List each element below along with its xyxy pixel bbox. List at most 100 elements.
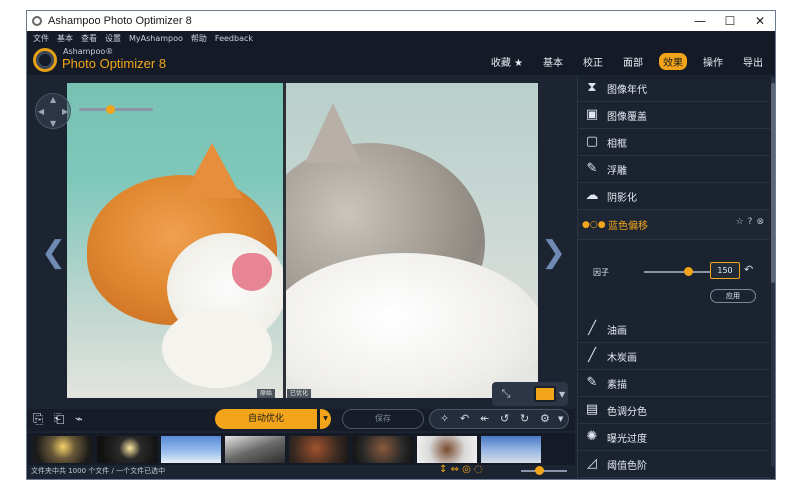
auto-optimize-button[interactable]: 自动优化 [215, 409, 317, 429]
thumbnail[interactable] [417, 436, 477, 463]
split-handle[interactable] [283, 83, 286, 398]
factor-slider[interactable] [644, 271, 710, 273]
effect-item-overexpose[interactable]: ✺ 曝光过度 [578, 424, 770, 451]
save-button[interactable]: 保存 [342, 409, 424, 429]
effect-item-frame[interactable]: ▢ 相框 [578, 129, 770, 156]
tab-export[interactable]: 导出 [739, 53, 767, 70]
tab-actions[interactable]: 操作 [699, 53, 727, 70]
factor-value-input[interactable]: 150 [710, 262, 740, 279]
undo-all-icon[interactable]: ↞ [480, 412, 489, 425]
effect-item-sketch[interactable]: ✎ 素描 [578, 370, 770, 397]
thumbnail[interactable] [161, 436, 221, 463]
auto-optimize-dropdown[interactable]: ▼ [319, 409, 331, 429]
effect-item-image-age[interactable]: ⧗ 图像年代 [578, 75, 770, 102]
help-icon[interactable]: ? [748, 217, 753, 227]
posterize-icon: ▤ [585, 402, 599, 417]
tab-favorites[interactable]: 收藏 ★ [487, 53, 527, 70]
pencil-icon: ✎ [586, 375, 598, 390]
thumbnail-size-slider[interactable] [521, 470, 567, 472]
effect-label: 木炭画 [607, 352, 637, 364]
apply-button[interactable]: 应用 [710, 289, 756, 303]
effect-label: 蓝色偏移 [608, 221, 648, 232]
thumbnail[interactable] [481, 436, 541, 463]
cat-ear-shape-grey [305, 103, 361, 163]
menu-myashampoo[interactable]: MyAshampoo [129, 34, 183, 43]
menu-view[interactable]: 查看 [81, 33, 97, 44]
effects-panel: ⧗ 图像年代 ▣ 图像覆盖 ▢ 相框 ✎ 浮雕 ☁ 阴影化 ●○● 蓝色偏移 ☆… [577, 75, 775, 479]
thumbnail[interactable] [225, 436, 285, 463]
effect-item-shadow[interactable]: ☁ 阴影化 [578, 183, 770, 210]
tab-basic[interactable]: 基本 [539, 53, 567, 70]
image-viewer: 原始 已优化 ▲ ▼ ◀ ▶ ❮ ❯ ⤡ ▼ [27, 75, 575, 411]
collapse-icon[interactable]: ⤡ [496, 387, 516, 401]
tab-effects[interactable]: 效果 [659, 53, 687, 70]
panel-scrollbar-thumb[interactable] [771, 83, 775, 283]
hourglass-icon: ⧗ [587, 80, 597, 95]
image-overlay-icon: ▣ [585, 107, 599, 122]
tab-correct[interactable]: 校正 [579, 53, 607, 70]
overexpose-icon: ✺ [586, 429, 598, 444]
effect-label: 图像年代 [607, 84, 647, 96]
effect-item-image-overlay[interactable]: ▣ 图像覆盖 [578, 102, 770, 129]
minimize-button[interactable]: — [685, 11, 715, 31]
clean-brush-icon[interactable]: ⌁ [75, 412, 83, 427]
effect-item-threshold[interactable]: ◿ 阈值色阶 [578, 451, 770, 478]
thumbnail[interactable] [289, 436, 349, 463]
pan-control[interactable]: ▲ ▼ ◀ ▶ [35, 93, 71, 129]
effect-item-blue-shift[interactable]: ●○● 蓝色偏移 ☆ ? ⊗ [578, 210, 770, 240]
filmstrip [27, 433, 575, 465]
after-label: 已优化 [287, 389, 312, 398]
cat-body-shape [285, 253, 538, 398]
category-tabs: 收藏 ★ 基本 校正 面部 效果 操作 导出 [475, 53, 767, 70]
menu-bar: 文件 基本 查看 设置 MyAshampoo 帮助 Feedback [27, 31, 775, 45]
photo-canvas[interactable]: 原始 已优化 [67, 83, 538, 398]
settings-gear-icon[interactable]: ⚙ [540, 412, 550, 425]
effect-label: 阴影化 [607, 192, 637, 204]
effect-item-charcoal[interactable]: ╱ 木炭画 [578, 343, 770, 370]
effect-item-emboss[interactable]: ✎ 浮雕 [578, 156, 770, 183]
chevron-down-icon[interactable]: ▼ [558, 415, 563, 423]
cat-ear-shape [182, 143, 242, 198]
thumbnail[interactable] [33, 436, 93, 463]
effect-label: 曝光过度 [607, 433, 647, 445]
view-mode-toggle[interactable]: ⤡ ▼ [492, 382, 568, 406]
threshold-icon: ◿ [587, 456, 597, 471]
view-options-icons[interactable]: ↕ ⇔ ◎ ◌ [439, 464, 483, 475]
thumbnail[interactable] [97, 436, 157, 463]
effect-item-posterize[interactable]: ▤ 色调分色 [578, 397, 770, 424]
edit-tools-group: ✧ ↶ ↞ ↺ ↻ ⚙ ▼ [429, 409, 569, 429]
menu-help[interactable]: 帮助 [191, 33, 207, 44]
reset-icon[interactable]: ↶ [744, 263, 753, 276]
menu-file[interactable]: 文件 [33, 33, 49, 44]
add-file-plus-icon[interactable]: ⎗ [54, 412, 64, 427]
next-image-arrow-icon[interactable]: ❯ [541, 235, 566, 270]
menu-feedback[interactable]: Feedback [215, 34, 253, 43]
menu-basic[interactable]: 基本 [57, 33, 73, 44]
previous-image-arrow-icon[interactable]: ❮ [41, 235, 66, 270]
close-button[interactable]: ✕ [745, 11, 775, 31]
brand-product-name: Photo Optimizer 8 [62, 56, 167, 71]
tab-face[interactable]: 面部 [619, 53, 647, 70]
thumbnail[interactable] [353, 436, 413, 463]
chevron-down-icon[interactable]: ▼ [559, 390, 565, 399]
before-label: 原始 [257, 389, 276, 398]
maximize-button[interactable]: ☐ [715, 11, 745, 31]
close-effect-icon[interactable]: ⊗ [756, 217, 764, 227]
rotate-right-icon[interactable]: ↻ [520, 412, 529, 425]
brand-logo-icon [33, 48, 57, 72]
factor-slider-handle[interactable] [684, 267, 693, 276]
zoom-slider-handle[interactable] [106, 105, 115, 114]
magic-wand-icon[interactable]: ✧ [440, 412, 449, 425]
effect-label: 素描 [607, 379, 627, 391]
effect-item-oil-paint[interactable]: ╱ 油画 [578, 316, 770, 343]
add-file-icon[interactable]: ⎘ [33, 412, 43, 427]
rotate-left-icon[interactable]: ↺ [500, 412, 509, 425]
menu-settings[interactable]: 设置 [105, 33, 121, 44]
undo-icon[interactable]: ↶ [460, 412, 469, 425]
thumbnail-size-slider-handle[interactable] [535, 466, 544, 475]
favorite-star-icon[interactable]: ☆ [736, 217, 744, 227]
split-view-icon[interactable] [534, 386, 556, 402]
status-text: 文件夹中共 1000 个文件 / 一个文件已选中 [31, 467, 166, 475]
cat-tongue-shape [232, 253, 272, 291]
zoom-slider[interactable] [79, 108, 153, 111]
